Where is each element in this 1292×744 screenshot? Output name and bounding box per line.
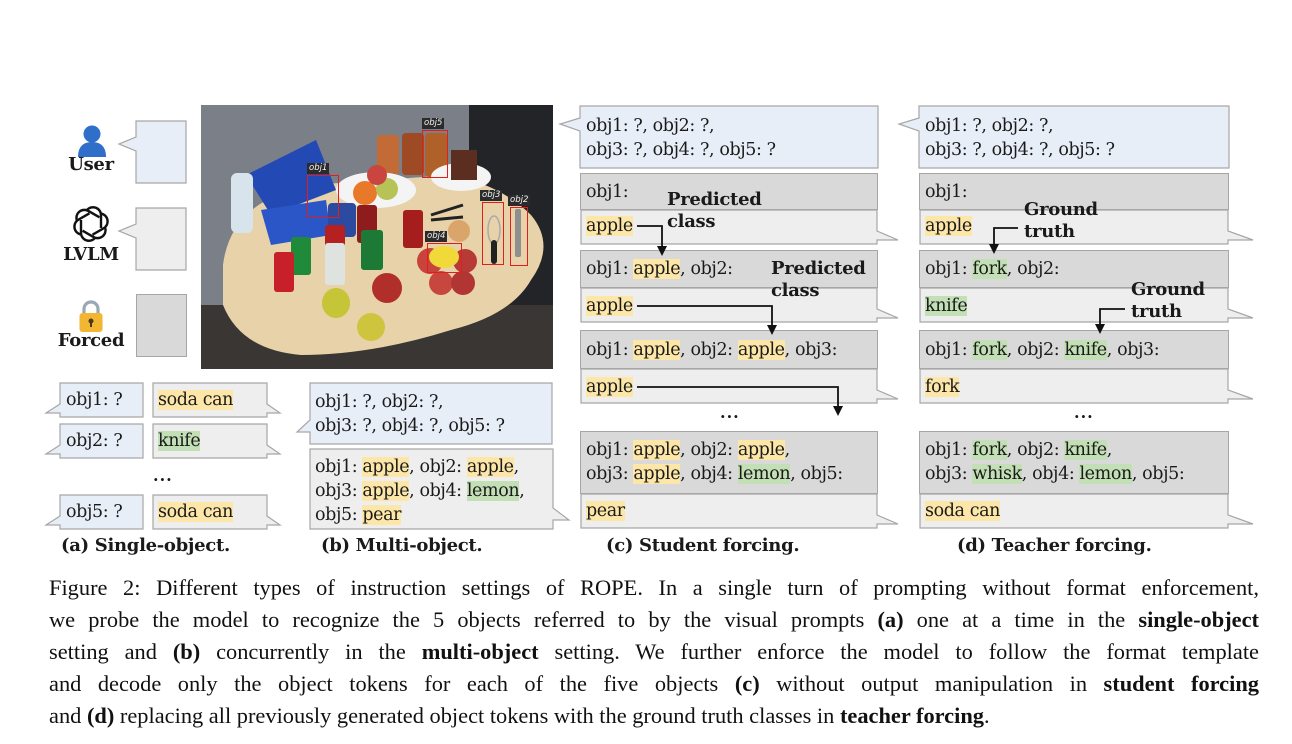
caption-line-5: and (d) replacing all previously generat… (49, 703, 990, 728)
caption-d: (d) Teacher forcing. (957, 535, 1152, 556)
caption-line-3: setting and (b) concurrently in the mult… (49, 639, 1259, 664)
annotation-ground-truth-2: Ground truth (1131, 279, 1205, 322)
annotation-ground-truth-1: Ground truth (1024, 199, 1098, 242)
figure-caption: Figure 2: Different types of instruction… (49, 572, 1259, 732)
caption-line-2: we probe the model to recognize the 5 ob… (49, 607, 1259, 632)
caption-line-1: Figure 2: Different types of instruction… (49, 575, 1259, 600)
caption-line-4: and decode only the object tokens for ea… (49, 671, 1259, 696)
